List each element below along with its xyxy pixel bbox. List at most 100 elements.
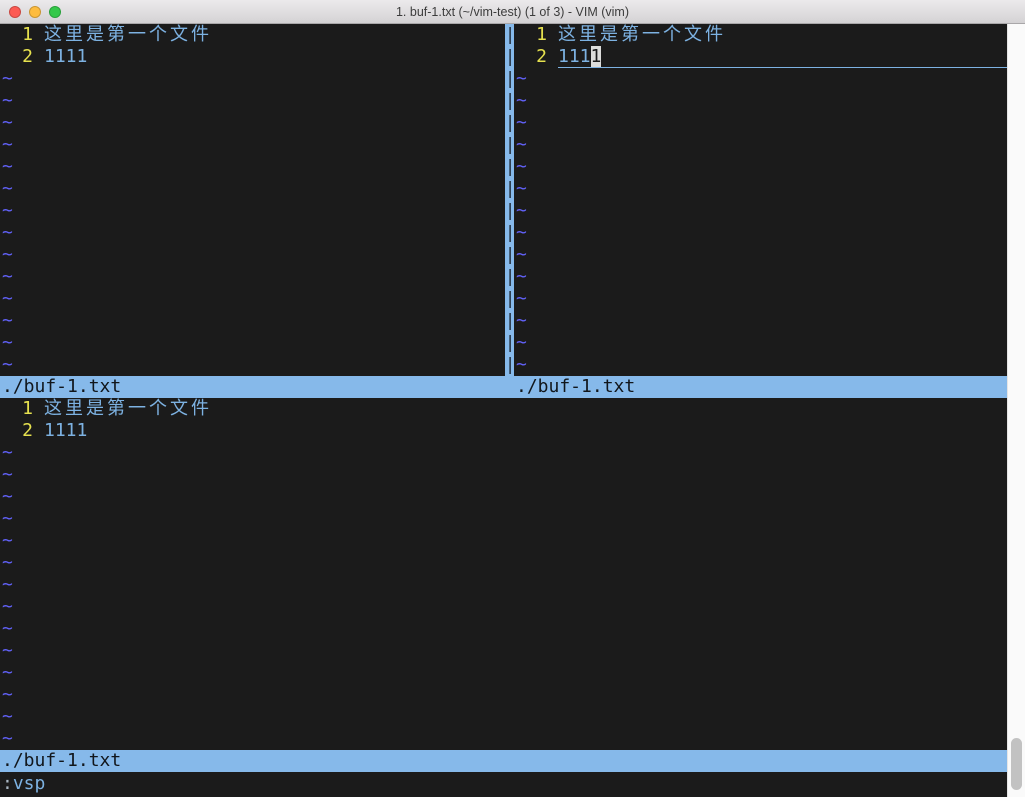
tilde-marker: ~ bbox=[514, 134, 527, 156]
buffer-line: 2 1111 bbox=[0, 46, 505, 68]
separator-cell: | bbox=[505, 266, 514, 288]
empty-line: ~ bbox=[0, 640, 1007, 662]
tilde-marker: ~ bbox=[0, 640, 13, 662]
tilde-marker: ~ bbox=[0, 112, 13, 134]
top-right-window[interactable]: 1这里是第一个文件21111~~~~~~~~~~~~~~ bbox=[514, 24, 1007, 376]
empty-line: ~ bbox=[0, 552, 1007, 574]
empty-line: ~ bbox=[0, 728, 1007, 750]
tilde-marker: ~ bbox=[514, 90, 527, 112]
empty-line: ~ bbox=[0, 266, 505, 288]
line-text: 这里是第一个文件 bbox=[558, 24, 1007, 46]
tilde-marker: ~ bbox=[0, 200, 13, 222]
buffer-line: 1这里是第一个文件 bbox=[0, 24, 505, 46]
tilde-marker: ~ bbox=[0, 508, 13, 530]
empty-line: ~ bbox=[0, 486, 1007, 508]
separator-cell: | bbox=[505, 24, 514, 46]
command-prompt: : bbox=[2, 773, 13, 794]
separator-cell: | bbox=[505, 156, 514, 178]
line-number: 2 bbox=[514, 46, 547, 68]
tilde-marker: ~ bbox=[0, 134, 13, 156]
empty-line: ~ bbox=[514, 134, 1007, 156]
empty-line: ~ bbox=[514, 354, 1007, 376]
empty-line: ~ bbox=[514, 332, 1007, 354]
line-text: 1111 bbox=[558, 46, 1007, 68]
separator-cell: | bbox=[505, 134, 514, 156]
bottom-window[interactable]: 1这里是第一个文件21111~~~~~~~~~~~~~~ bbox=[0, 398, 1007, 750]
separator-cell: | bbox=[505, 288, 514, 310]
separator-cell: | bbox=[505, 244, 514, 266]
scrollbar-track[interactable] bbox=[1007, 24, 1025, 797]
statusline-top-right-label: ./buf-1.txt bbox=[516, 376, 635, 398]
tilde-marker: ~ bbox=[0, 332, 13, 354]
buffer-line: 1 这里是第一个文件 bbox=[514, 24, 1007, 46]
empty-line: ~ bbox=[514, 156, 1007, 178]
tilde-marker: ~ bbox=[0, 552, 13, 574]
line-text: 1111 bbox=[44, 46, 505, 68]
empty-line: ~ bbox=[0, 662, 1007, 684]
empty-line: ~ bbox=[0, 332, 505, 354]
empty-line: ~ bbox=[514, 266, 1007, 288]
line-text: 这里是第一个文件 bbox=[44, 24, 505, 46]
vertical-separator[interactable]: |||||||||||||||| bbox=[505, 24, 514, 376]
tilde-marker: ~ bbox=[514, 354, 527, 376]
empty-line: ~ bbox=[0, 574, 1007, 596]
separator-cell: | bbox=[505, 222, 514, 244]
tilde-marker: ~ bbox=[0, 486, 13, 508]
command-text: vsp bbox=[13, 773, 46, 794]
tilde-marker: ~ bbox=[514, 332, 527, 354]
macvim-window: 1. buf-1.txt (~/vim-test) (1 of 3) - VIM… bbox=[0, 0, 1025, 797]
empty-line: ~ bbox=[0, 618, 1007, 640]
tilde-marker: ~ bbox=[0, 618, 13, 640]
tilde-marker: ~ bbox=[514, 222, 527, 244]
empty-line: ~ bbox=[514, 112, 1007, 134]
separator-cell: | bbox=[505, 178, 514, 200]
tilde-marker: ~ bbox=[514, 68, 527, 90]
empty-line: ~ bbox=[0, 68, 505, 90]
statusline-bottom-label: ./buf-1.txt bbox=[2, 750, 121, 772]
empty-line: ~ bbox=[0, 244, 505, 266]
statusline-top[interactable]: ./buf-1.txt ./buf-1.txt bbox=[0, 376, 1007, 398]
empty-line: ~ bbox=[514, 222, 1007, 244]
empty-line: ~ bbox=[0, 442, 1007, 464]
traffic-light-minimize[interactable] bbox=[29, 6, 41, 18]
tilde-marker: ~ bbox=[0, 442, 13, 464]
tilde-marker: ~ bbox=[0, 156, 13, 178]
tilde-marker: ~ bbox=[0, 266, 13, 288]
empty-line: ~ bbox=[514, 288, 1007, 310]
statusline-top-left-label: ./buf-1.txt bbox=[2, 376, 121, 398]
separator-cell: | bbox=[505, 332, 514, 354]
buffer-line: 2 1111 bbox=[514, 46, 1007, 68]
buffer-line: 1这里是第一个文件 bbox=[0, 398, 1007, 420]
separator-cell: | bbox=[505, 310, 514, 332]
tilde-marker: ~ bbox=[0, 244, 13, 266]
empty-line: ~ bbox=[0, 596, 1007, 618]
tilde-marker: ~ bbox=[0, 530, 13, 552]
scrollbar-thumb[interactable] bbox=[1011, 738, 1022, 790]
separator-cell: | bbox=[505, 200, 514, 222]
empty-line: ~ bbox=[0, 464, 1007, 486]
tilde-marker: ~ bbox=[0, 574, 13, 596]
buffer-line: 21111 bbox=[0, 420, 1007, 442]
tilde-marker: ~ bbox=[0, 222, 13, 244]
window-titlebar[interactable]: 1. buf-1.txt (~/vim-test) (1 of 3) - VIM… bbox=[0, 0, 1025, 24]
tilde-marker: ~ bbox=[514, 112, 527, 134]
statusline-bottom[interactable]: ./buf-1.txt bbox=[0, 750, 1007, 772]
separator-cell: | bbox=[505, 46, 514, 68]
traffic-light-close[interactable] bbox=[9, 6, 21, 18]
command-line[interactable]: :vsp bbox=[0, 772, 1007, 797]
empty-line: ~ bbox=[0, 354, 505, 376]
empty-line: ~ bbox=[0, 310, 505, 332]
line-number: 2 bbox=[0, 46, 33, 68]
traffic-light-zoom[interactable] bbox=[49, 6, 61, 18]
window-title: 1. buf-1.txt (~/vim-test) (1 of 3) - VIM… bbox=[0, 5, 1025, 19]
cursor-block: 1 bbox=[591, 46, 602, 67]
empty-line: ~ bbox=[0, 112, 505, 134]
empty-line: ~ bbox=[0, 134, 505, 156]
empty-line: ~ bbox=[0, 706, 1007, 728]
empty-line: ~ bbox=[0, 684, 1007, 706]
top-left-window[interactable]: 1这里是第一个文件21111~~~~~~~~~~~~~~ bbox=[0, 24, 505, 376]
separator-cell: | bbox=[505, 90, 514, 112]
empty-line: ~ bbox=[514, 68, 1007, 90]
tilde-marker: ~ bbox=[0, 728, 13, 750]
line-number: 1 bbox=[514, 24, 547, 46]
